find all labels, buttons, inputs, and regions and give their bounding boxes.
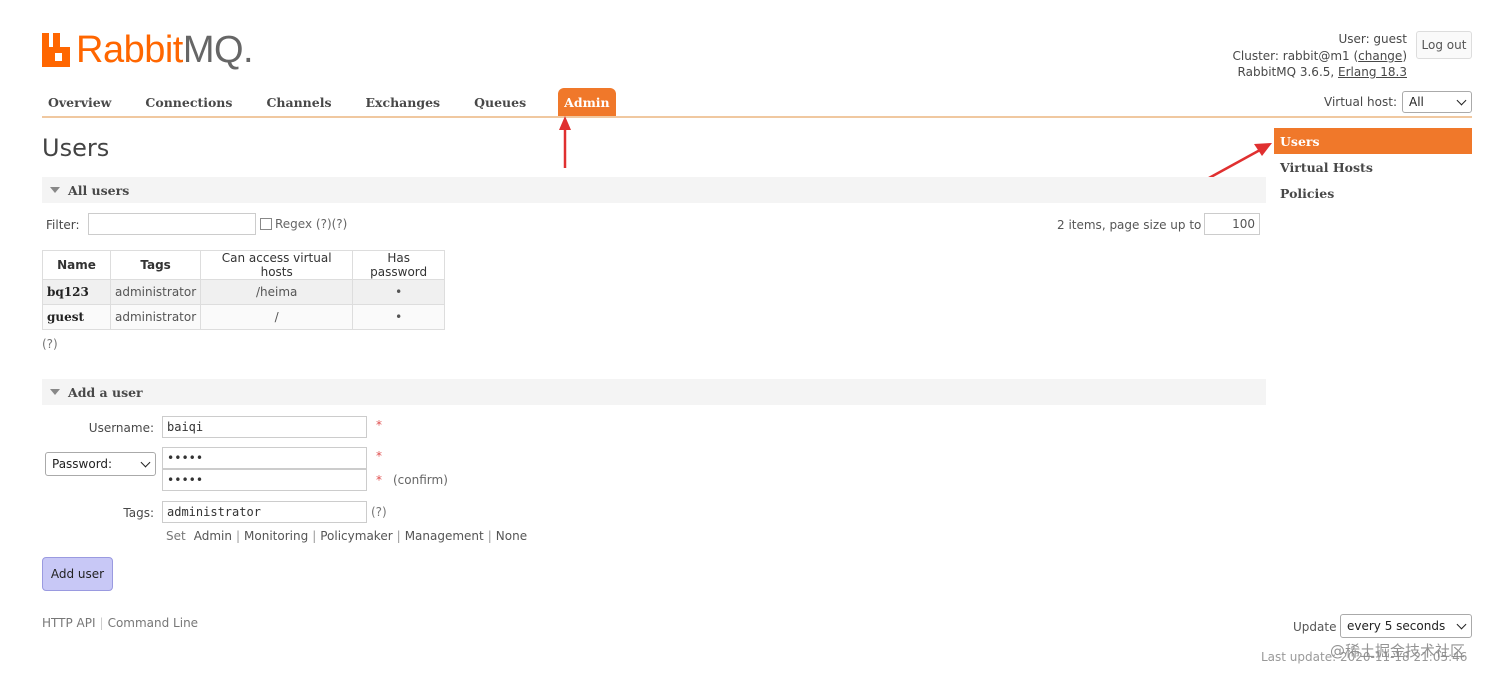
command-line-link[interactable]: Command Line (108, 616, 199, 630)
user-name-link[interactable]: guest (42, 304, 111, 330)
page-size-input[interactable]: 100 (1204, 213, 1260, 235)
tag-setters: Set Admin | Monitoring | Policymaker | Manageme… (166, 529, 528, 543)
set-tag-management-link[interactable]: Management (405, 529, 484, 543)
table-help-link[interactable]: (?) (42, 337, 58, 351)
chevron-down-icon (1456, 619, 1467, 629)
column-header-vhosts[interactable]: Can access virtual hosts (200, 250, 354, 280)
password-type-select[interactable]: Password: (45, 452, 156, 476)
page-title: Users (42, 134, 110, 162)
add-user-button[interactable]: Add user (42, 557, 113, 591)
user-has-password: • (352, 279, 446, 305)
watermark: @稀土掘金技术社区 (1330, 642, 1466, 660)
items-count-text: 2 items, page size up to (1057, 218, 1202, 232)
column-header-has-password[interactable]: Has password (352, 250, 446, 280)
chevron-down-icon (140, 457, 151, 467)
tags-input[interactable]: administrator (162, 501, 367, 523)
update-interval-value: every 5 seconds (1347, 619, 1446, 633)
password-input[interactable]: ••••• (162, 447, 367, 469)
set-tag-none-link[interactable]: None (496, 529, 527, 543)
set-label: Set (166, 529, 186, 543)
footer-links: HTTP API | Command Line (42, 616, 199, 630)
confirm-required-mark: * (376, 473, 382, 487)
user-tags: administrator (109, 304, 202, 330)
set-tag-monitoring-link[interactable]: Monitoring (244, 529, 308, 543)
annotation-arrows (559, 116, 1272, 197)
sidebar-item-users[interactable]: Users (1274, 128, 1472, 154)
users-table: Name Tags Can access virtual hosts Has p… (42, 250, 446, 330)
user-tags: administrator (109, 279, 202, 305)
user-has-password: • (352, 304, 446, 330)
column-header-name[interactable]: Name (42, 250, 111, 280)
set-tag-admin-link[interactable]: Admin (194, 529, 232, 543)
regex-label: Regex (?)(?) (275, 217, 348, 231)
table-row[interactable]: guest administrator / • (42, 304, 446, 330)
password-required-mark: * (376, 449, 382, 463)
update-label: Update (1293, 620, 1337, 634)
table-header-row: Name Tags Can access virtual hosts Has p… (42, 250, 446, 280)
user-name-link[interactable]: bq123 (42, 279, 111, 305)
update-interval-select[interactable]: every 5 seconds (1340, 614, 1472, 638)
regex-checkbox[interactable] (260, 218, 272, 230)
http-api-link[interactable]: HTTP API (42, 616, 96, 630)
user-vhosts: / (200, 304, 354, 330)
sidebar-item-policies[interactable]: Policies (1274, 180, 1472, 206)
tags-help-link[interactable]: (?) (371, 505, 387, 519)
all-users-section-toggle[interactable]: All users (42, 177, 1266, 203)
add-user-heading: Add a user (68, 384, 143, 400)
password-type-value: Password: (52, 457, 113, 471)
column-header-tags[interactable]: Tags (109, 250, 202, 280)
tags-label: Tags: (123, 506, 154, 520)
collapse-triangle-icon (50, 187, 60, 193)
collapse-triangle-icon (50, 389, 60, 395)
all-users-heading: All users (68, 182, 130, 198)
filter-label: Filter: (46, 218, 80, 232)
arrow-to-admin-icon (559, 116, 571, 168)
username-input[interactable]: baiqi (162, 416, 367, 438)
table-row[interactable]: bq123 administrator /heima • (42, 279, 446, 305)
username-required-mark: * (376, 418, 382, 432)
set-tag-policymaker-link[interactable]: Policymaker (320, 529, 392, 543)
filter-input[interactable] (88, 213, 256, 235)
password-confirm-input[interactable]: ••••• (162, 469, 367, 491)
sidebar-item-virtual-hosts[interactable]: Virtual Hosts (1274, 154, 1472, 180)
username-label: Username: (88, 421, 154, 435)
user-vhosts: /heima (200, 279, 354, 305)
confirm-label: (confirm) (393, 473, 448, 487)
add-user-section-toggle[interactable]: Add a user (42, 379, 1266, 405)
admin-sidebar: Users Virtual Hosts Policies (1274, 128, 1472, 206)
